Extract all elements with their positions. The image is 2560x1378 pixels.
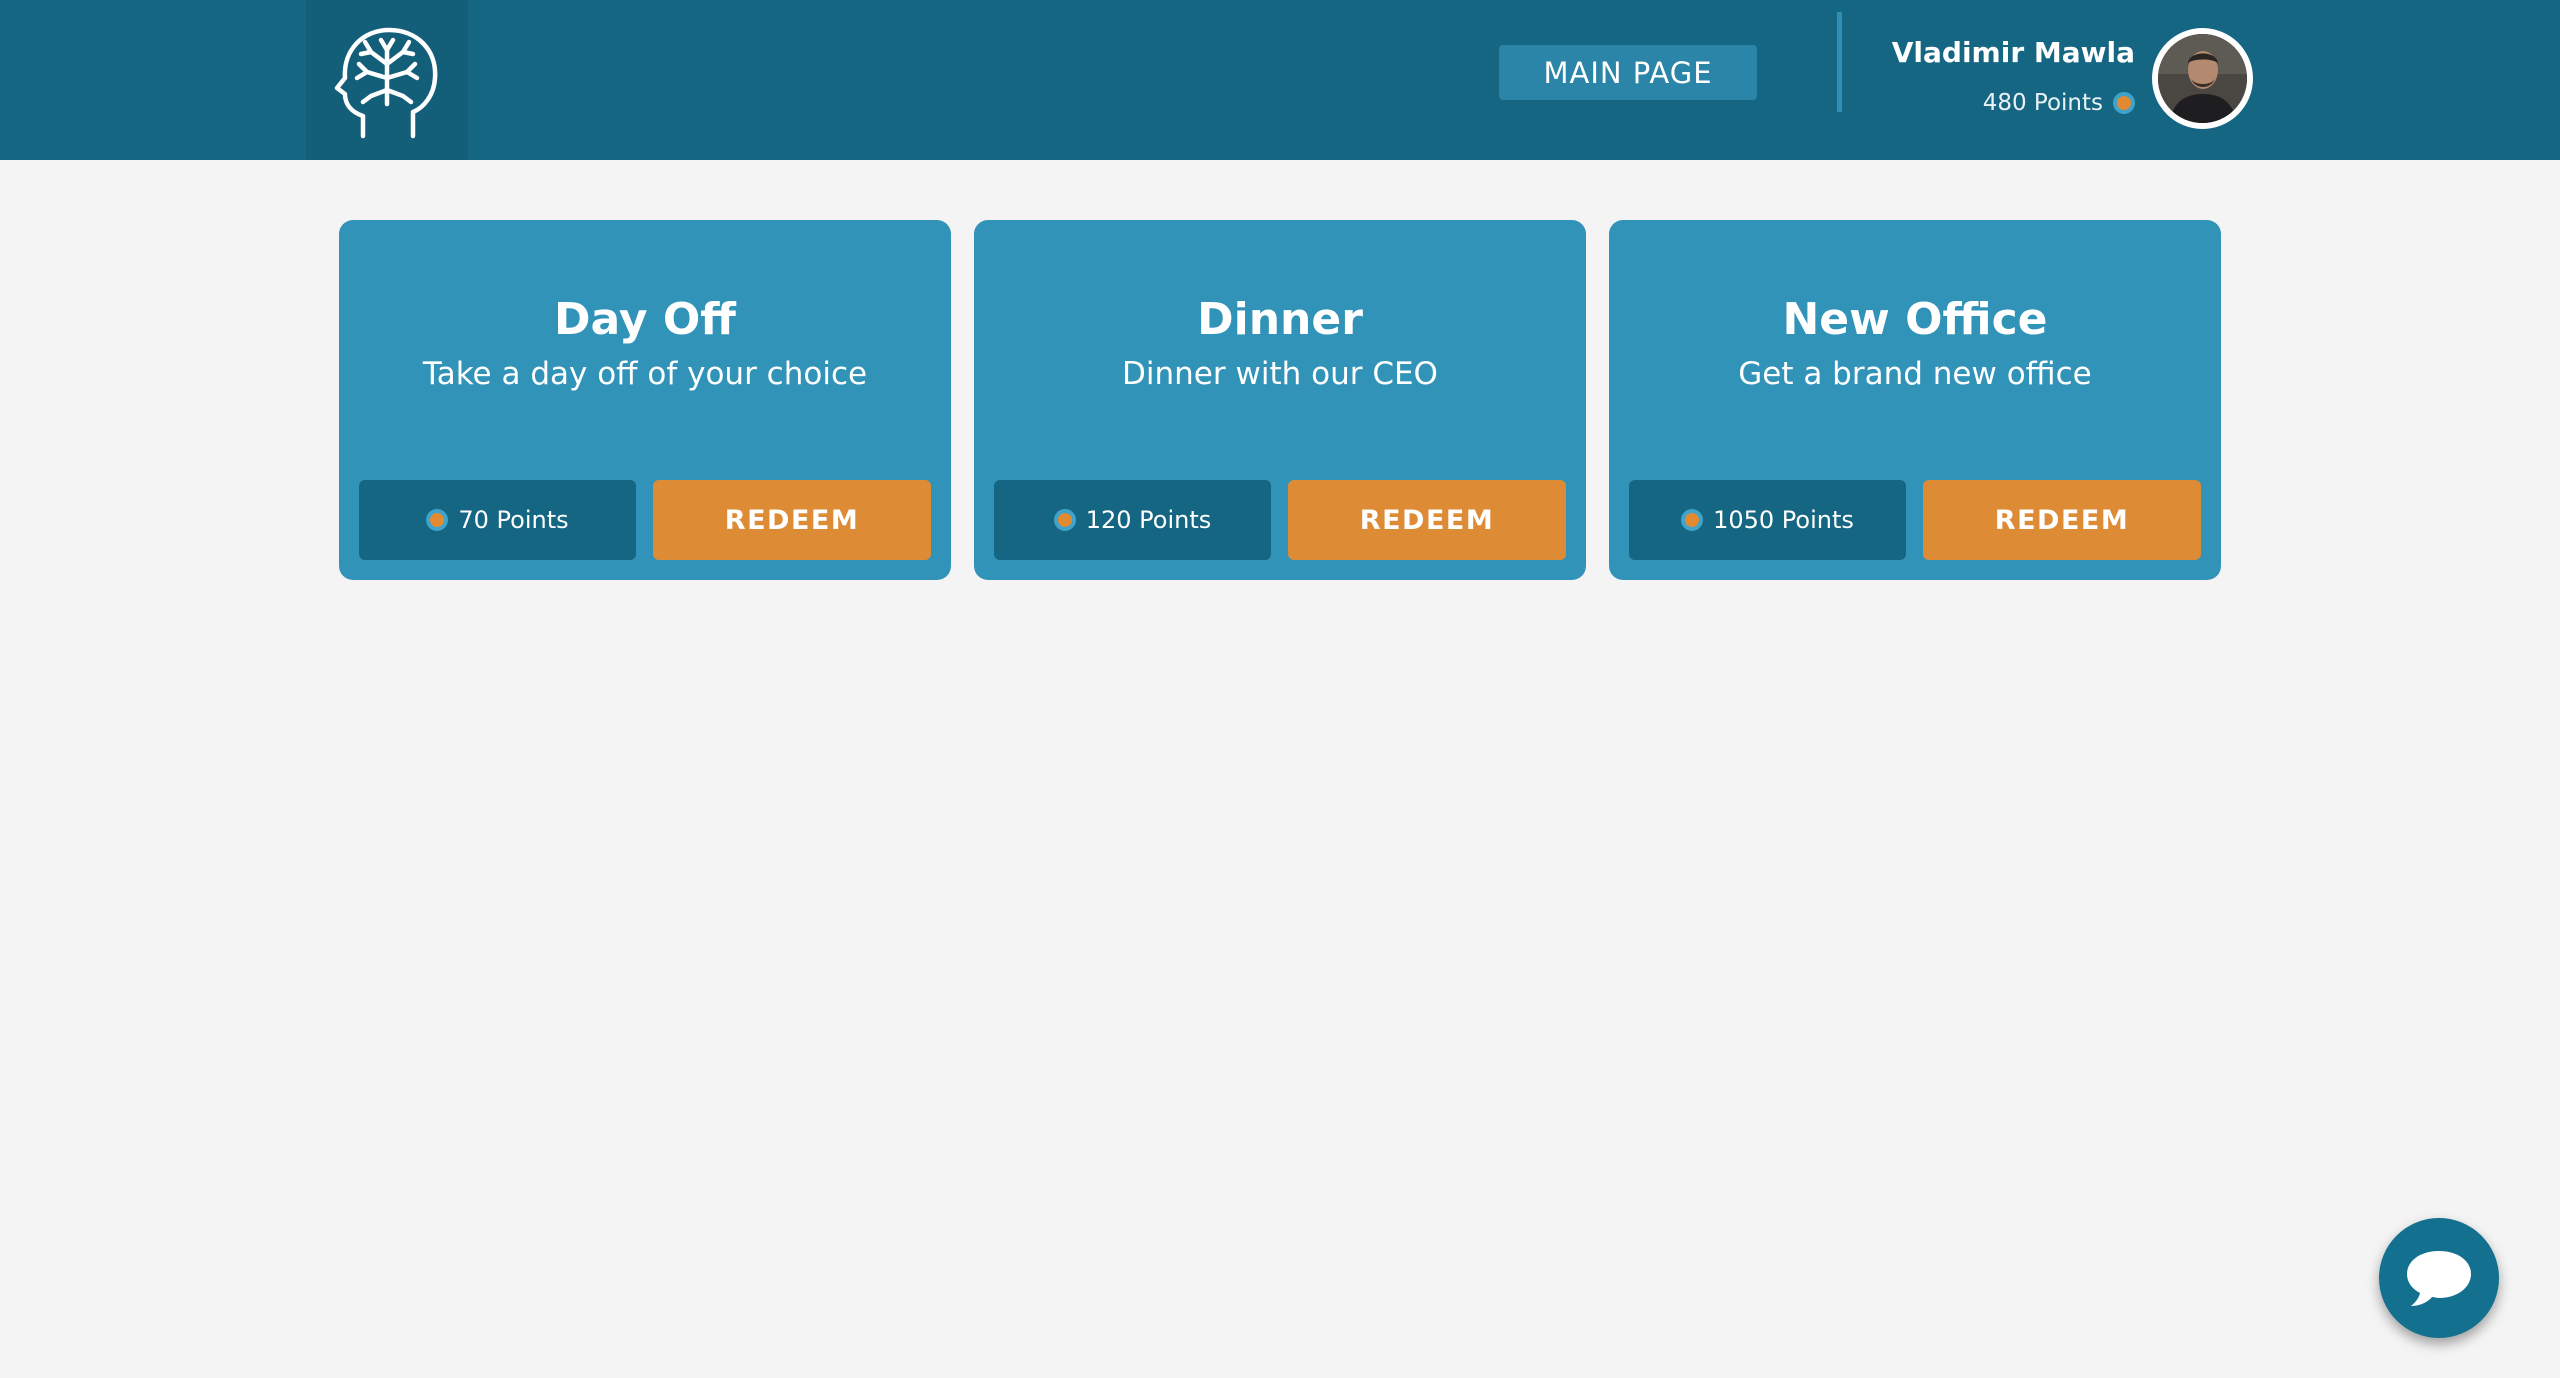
- card-subtitle: Get a brand new office: [1738, 356, 2092, 392]
- header-divider: [1837, 12, 1842, 112]
- reward-card-new-office: New Office Get a brand new office 1050 P…: [1609, 220, 2221, 580]
- reward-card-dinner: Dinner Dinner with our CEO 120 Points RE…: [974, 220, 1586, 580]
- user-points-label: 480 Points: [1982, 90, 2103, 116]
- user-info: Vladimir Mawla 480 Points: [1850, 28, 2135, 128]
- points-cost: 120 Points: [994, 480, 1271, 560]
- chat-button[interactable]: [2379, 1218, 2499, 1338]
- redeem-button[interactable]: REDEEM: [1288, 480, 1566, 560]
- main-page-button[interactable]: MAIN PAGE: [1499, 45, 1757, 100]
- chat-bubble-icon: [2407, 1251, 2471, 1306]
- points-cost-label: 70 Points: [458, 506, 569, 534]
- avatar-photo: [2158, 34, 2247, 123]
- card-subtitle: Take a day off of your choice: [422, 356, 868, 392]
- points-cost: 1050 Points: [1629, 480, 1906, 560]
- person-icon: [2158, 34, 2247, 123]
- brain-head-icon: [334, 27, 438, 139]
- card-title: Day Off: [554, 294, 736, 345]
- reward-card-day-off: Day Off Take a day off of your choice 70…: [339, 220, 951, 580]
- points-cost-label: 120 Points: [1085, 506, 1212, 534]
- coin-icon: [1681, 509, 1704, 531]
- card-title: New Office: [1782, 294, 2048, 345]
- card-subtitle: Dinner with our CEO: [1122, 356, 1438, 392]
- coin-icon: [426, 509, 449, 531]
- card-title: Dinner: [1197, 294, 1363, 345]
- coin-icon: [2113, 92, 2135, 114]
- points-cost: 70 Points: [359, 480, 636, 560]
- coin-icon: [1053, 509, 1076, 531]
- avatar[interactable]: [2152, 28, 2253, 129]
- logo[interactable]: [306, 0, 468, 160]
- user-points: 480 Points: [1983, 90, 2135, 116]
- top-bar: MAIN PAGE Vladimir Mawla 480 Points: [0, 0, 2560, 160]
- user-name: Vladimir Mawla: [1891, 36, 2135, 69]
- points-cost-label: 1050 Points: [1713, 506, 1854, 534]
- redeem-button[interactable]: REDEEM: [1923, 480, 2201, 560]
- redeem-button[interactable]: REDEEM: [653, 480, 931, 560]
